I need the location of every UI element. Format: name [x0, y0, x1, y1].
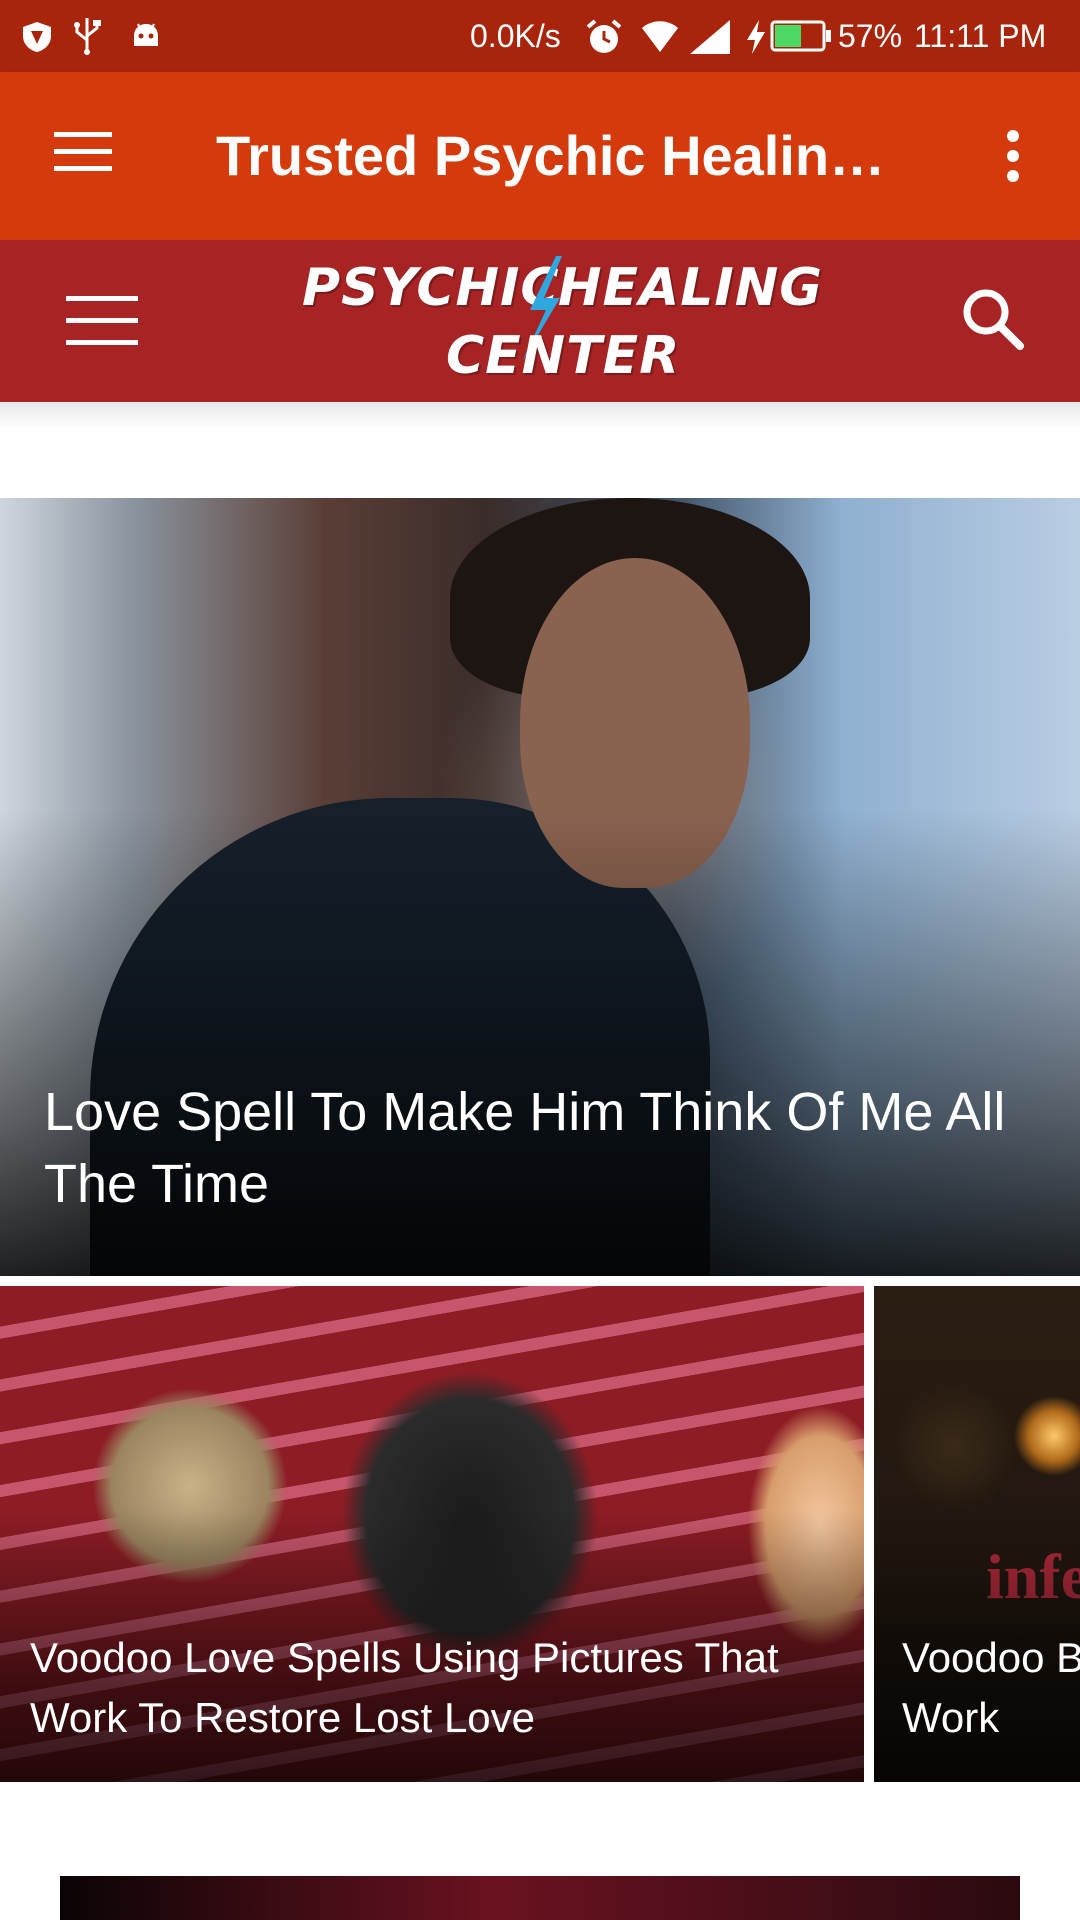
post-card-title-line2: Work	[902, 1694, 1000, 1741]
logo-word-center: CENTER	[446, 326, 681, 386]
usb-icon	[74, 18, 101, 55]
net-speed: 0.0K/s	[470, 18, 561, 54]
battery-icon	[770, 20, 831, 52]
featured-post-title: Love Spell To Make Him Think Of Me All T…	[44, 1082, 1006, 1214]
shield-icon	[23, 22, 51, 52]
more-vert-icon[interactable]	[998, 128, 1028, 184]
android-icon	[134, 23, 158, 46]
post-card[interactable]: Voodoo Love Spells Using Pictures That W…	[0, 1286, 864, 1782]
post-card-title: Voodoo B Work	[902, 1628, 1080, 1748]
menu-icon[interactable]	[54, 130, 112, 174]
header-shadow	[0, 402, 1080, 428]
featured-post-card[interactable]: Love Spell To Make Him Think Of Me All T…	[0, 498, 1080, 1276]
alarm-icon	[586, 19, 622, 53]
search-icon[interactable]	[960, 286, 1026, 352]
charging-icon	[747, 20, 765, 54]
post-card-title-line1: Voodoo B	[902, 1634, 1080, 1681]
post-card-image[interactable]	[60, 1876, 1020, 1920]
battery-percent: 57%	[838, 18, 903, 54]
app-bar: Trusted Psychic Healing…	[0, 72, 1080, 240]
status-bar: 0.0K/s 57% 11:11 PM	[0, 0, 1080, 72]
post-card[interactable]: infe Voodoo B Work	[874, 1286, 1080, 1782]
clock: 11:11 PM	[914, 18, 1047, 54]
site-logo[interactable]: PSYCHIC HEALING CENTER	[290, 248, 822, 398]
app-title: Trusted Psychic Healing…	[216, 124, 916, 187]
menu-icon[interactable]	[66, 294, 138, 348]
logo-word-healing: HEALING	[558, 258, 823, 318]
post-card-title: Voodoo Love Spells Using Pictures That W…	[30, 1634, 779, 1741]
signal-icon	[690, 20, 730, 54]
site-header: PSYCHIC HEALING CENTER	[0, 240, 1080, 402]
wifi-icon	[642, 21, 678, 52]
